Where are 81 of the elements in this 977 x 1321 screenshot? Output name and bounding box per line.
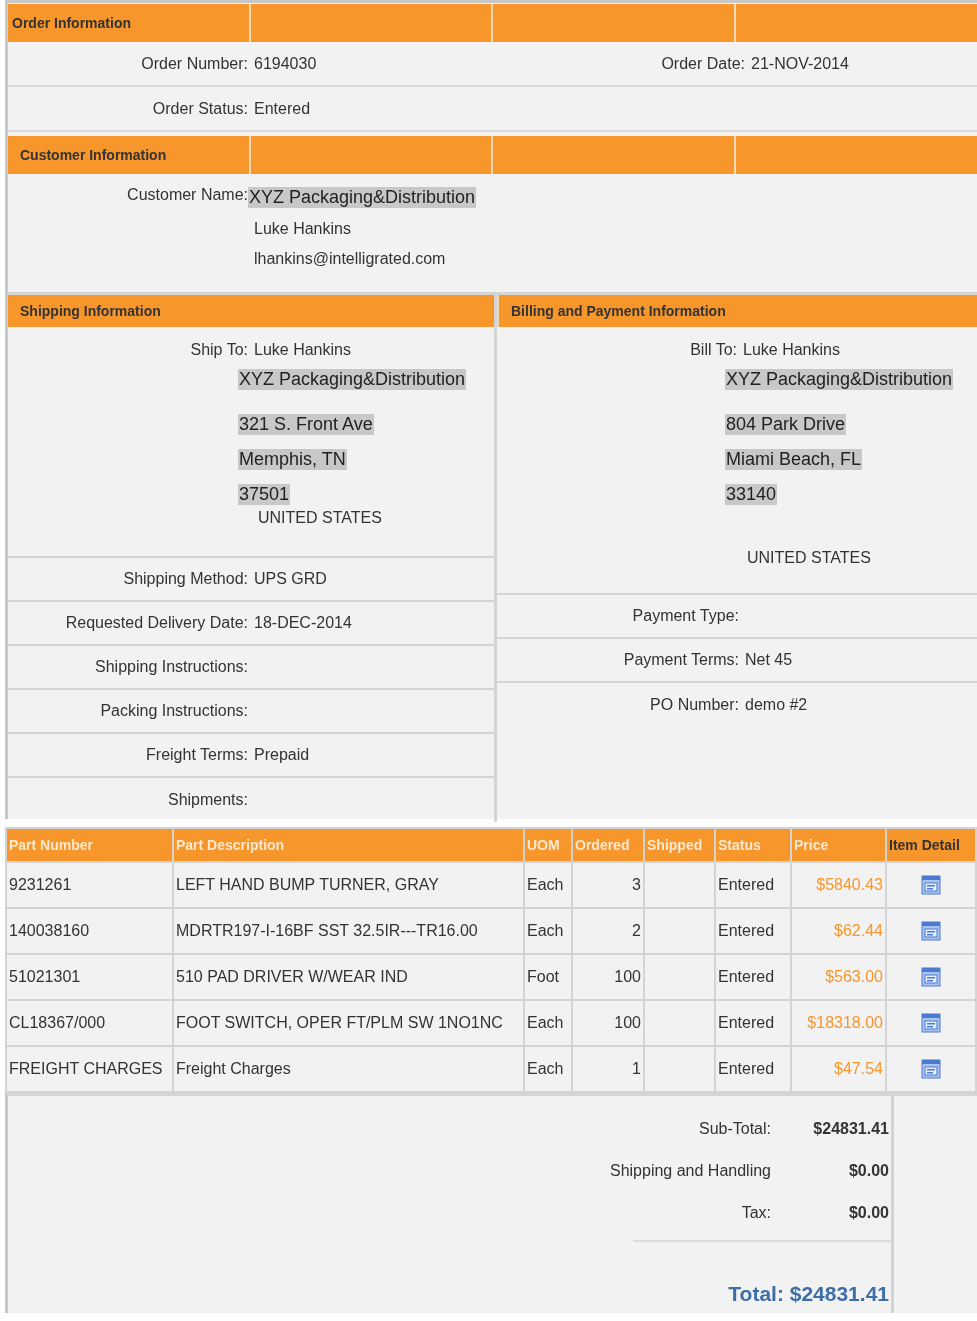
table-cell: $5840.43 bbox=[791, 862, 886, 908]
column-header: Part Number bbox=[6, 828, 173, 862]
field-label: Shipping Method: bbox=[122, 570, 248, 588]
table-cell: 3 bbox=[572, 862, 644, 908]
column-header: Item Detail bbox=[886, 828, 976, 862]
column-header: Price bbox=[791, 828, 886, 862]
field-value: UPS GRD bbox=[254, 570, 328, 588]
field-label: Payment Type: bbox=[631, 607, 739, 625]
field-value: Entered bbox=[254, 99, 312, 118]
field-label: Order Status: bbox=[151, 99, 248, 118]
table-cell: CL18367/000 bbox=[6, 1000, 173, 1046]
total-value: $24831.41 bbox=[812, 1120, 889, 1138]
field-value: Prepaid bbox=[254, 746, 311, 764]
total-label: Shipping and Handling bbox=[609, 1162, 771, 1180]
field-label: Requested Delivery Date: bbox=[64, 614, 248, 632]
table-cell: Entered bbox=[715, 862, 791, 908]
table-cell: Each bbox=[524, 908, 572, 954]
table-cell: Foot bbox=[524, 954, 572, 1000]
section-title: Order Information bbox=[11, 15, 131, 31]
table-cell: 100 bbox=[572, 954, 644, 1000]
table-cell bbox=[644, 908, 715, 954]
section-title: Billing and Payment Information bbox=[510, 303, 726, 319]
table-cell: Entered bbox=[715, 908, 791, 954]
section-title: Shipping Information bbox=[19, 303, 161, 319]
customer-line: Luke Hankins bbox=[253, 220, 351, 238]
table-cell: Each bbox=[524, 1000, 572, 1046]
table-cell bbox=[644, 1000, 715, 1046]
table-cell: 2 bbox=[572, 908, 644, 954]
field-label: Packing Instructions: bbox=[99, 702, 248, 720]
field-value: Net 45 bbox=[745, 651, 794, 669]
field-label: PO Number: bbox=[649, 696, 739, 714]
field-value: 21-NOV-2014 bbox=[751, 54, 850, 73]
grand-total: Total: $24831.41 bbox=[728, 1282, 889, 1305]
table-cell: FOOT SWITCH, OPER FT/PLM SW 1NO1NC bbox=[173, 1000, 524, 1046]
field-label: Order Date: bbox=[660, 54, 745, 73]
total-label: Sub-Total: bbox=[697, 1120, 771, 1138]
detail-icon[interactable] bbox=[921, 1013, 941, 1033]
field-label: Shipments: bbox=[166, 791, 248, 809]
field-value: Luke Hankins bbox=[254, 341, 352, 359]
table-cell: 9231261 bbox=[6, 862, 173, 908]
total-value: $0.00 bbox=[847, 1162, 889, 1180]
country-text: UNITED STATES bbox=[258, 509, 382, 526]
field-label: Payment Terms: bbox=[622, 651, 739, 669]
country-text: UNITED STATES bbox=[747, 549, 871, 566]
section-title: Customer Information bbox=[19, 147, 167, 163]
table-cell bbox=[644, 954, 715, 1000]
column-header: UOM bbox=[524, 828, 572, 862]
field-label: Customer Name: bbox=[126, 185, 248, 205]
field-value: 6194030 bbox=[254, 54, 318, 73]
table-cell: 140038160 bbox=[6, 908, 173, 954]
total-value: $0.00 bbox=[847, 1204, 889, 1222]
field-value: 18-DEC-2014 bbox=[254, 614, 353, 632]
table-cell: $563.00 bbox=[791, 954, 886, 1000]
detail-icon[interactable] bbox=[921, 921, 941, 941]
table-cell: 51021301 bbox=[6, 954, 173, 1000]
detail-icon[interactable] bbox=[921, 875, 941, 895]
field-label: Order Number: bbox=[140, 54, 248, 73]
field-label: Ship To: bbox=[189, 341, 248, 359]
table-cell: MDRTR197-I-16BF SST 32.5IR---TR16.00 bbox=[173, 908, 524, 954]
field-label: Freight Terms: bbox=[145, 746, 248, 764]
table-cell: Entered bbox=[715, 954, 791, 1000]
table-cell: 510 PAD DRIVER W/WEAR IND bbox=[173, 954, 524, 1000]
field-value: Luke Hankins bbox=[743, 341, 841, 359]
table-cell: 100 bbox=[572, 1000, 644, 1046]
field-label: Shipping Instructions: bbox=[94, 658, 248, 676]
column-header: Ordered bbox=[572, 828, 644, 862]
table-cell: LEFT HAND BUMP TURNER, GRAY bbox=[173, 862, 524, 908]
column-header: Status bbox=[715, 828, 791, 862]
customer-line: lhankins@intelligrated.com bbox=[253, 250, 446, 268]
detail-icon[interactable] bbox=[921, 1059, 941, 1079]
table-cell bbox=[644, 862, 715, 908]
table-cell: Entered bbox=[715, 1000, 791, 1046]
column-header: Shipped bbox=[644, 828, 715, 862]
column-header: Part Description bbox=[173, 828, 524, 862]
table-cell: Each bbox=[524, 862, 572, 908]
total-label: Tax: bbox=[740, 1204, 771, 1222]
field-label: Bill To: bbox=[689, 341, 737, 359]
table-cell: $62.44 bbox=[791, 908, 886, 954]
detail-icon[interactable] bbox=[921, 967, 941, 987]
table-cell: $18318.00 bbox=[791, 1000, 886, 1046]
field-value: demo #2 bbox=[745, 696, 809, 714]
